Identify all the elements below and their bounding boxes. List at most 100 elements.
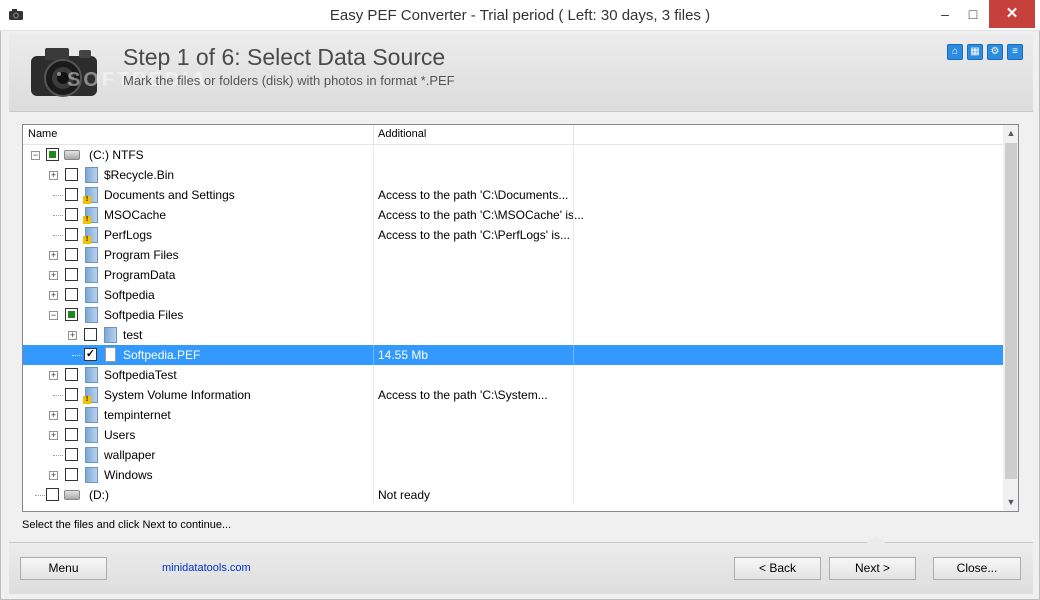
checkbox[interactable] — [65, 288, 78, 301]
tree-row[interactable]: + tempinternet — [23, 405, 1003, 425]
checkbox-checked[interactable]: ✓ — [84, 348, 97, 361]
tree-row[interactable]: + Users — [23, 425, 1003, 445]
checkbox[interactable] — [65, 208, 78, 221]
file-tree[interactable]: Name Additional − (C:) NTFS + $Recycle.B… — [22, 124, 1019, 512]
expand-icon[interactable]: + — [49, 411, 58, 420]
row-label: (D:) — [89, 488, 109, 502]
checkbox[interactable] — [65, 188, 78, 201]
maximize-button[interactable]: □ — [960, 0, 986, 28]
tree-row[interactable]: + ProgramData — [23, 265, 1003, 285]
row-additional: Access to the path 'C:\MSOCache' is... — [378, 208, 584, 222]
website-link[interactable]: minidatatools.com — [162, 562, 251, 574]
close-window-button[interactable]: ✕ — [989, 0, 1035, 28]
settings-icon[interactable]: ⚙ — [987, 44, 1003, 60]
hard-drive-icon — [64, 150, 80, 160]
header-toolbar: ⌂ ▦ ⚙ ≡ — [947, 44, 1023, 60]
network-icon[interactable]: ▦ — [967, 44, 983, 60]
vertical-scrollbar[interactable]: ▲ ▼ — [1003, 125, 1018, 511]
tree-row[interactable]: Documents and Settings Access to the pat… — [23, 185, 1003, 205]
row-label: test — [123, 328, 143, 342]
column-name[interactable]: Name — [28, 128, 57, 140]
scroll-up-icon[interactable]: ▲ — [1003, 125, 1018, 142]
expand-icon[interactable]: + — [49, 431, 58, 440]
about-icon[interactable]: ≡ — [1007, 44, 1023, 60]
folder-warning-icon — [83, 387, 98, 404]
row-label: (C:) NTFS — [89, 148, 144, 162]
step-indicator-notch — [867, 535, 885, 543]
checkbox[interactable] — [65, 268, 78, 281]
checkbox[interactable] — [84, 328, 97, 341]
collapse-icon[interactable]: − — [31, 151, 40, 160]
checkbox-partial[interactable] — [65, 308, 78, 321]
expand-icon[interactable]: + — [49, 171, 58, 180]
tree-row[interactable]: wallpaper — [23, 445, 1003, 465]
checkbox[interactable] — [65, 428, 78, 441]
step-title: Step 1 of 6: Select Data Source — [123, 44, 446, 70]
row-label: System Volume Information — [104, 388, 251, 402]
menu-button[interactable]: Menu — [20, 557, 107, 580]
tree-row[interactable]: − Softpedia Files — [23, 305, 1003, 325]
folder-icon — [85, 407, 98, 423]
row-label: PerfLogs — [104, 228, 153, 242]
row-additional: Access to the path 'C:\Documents... — [378, 188, 569, 202]
column-additional[interactable]: Additional — [378, 128, 426, 140]
expand-icon[interactable]: + — [49, 271, 58, 280]
row-label: SoftpediaTest — [104, 368, 177, 382]
expand-icon[interactable]: + — [49, 251, 58, 260]
checkbox[interactable] — [65, 448, 78, 461]
expand-icon[interactable]: + — [68, 331, 77, 340]
home-icon[interactable]: ⌂ — [947, 44, 963, 60]
checkbox[interactable] — [65, 388, 78, 401]
tree-row-drive-d[interactable]: (D:) Not ready — [23, 485, 1003, 505]
row-label: Documents and Settings — [104, 188, 235, 202]
tree-row-drive-c[interactable]: − (C:) NTFS — [23, 145, 1003, 165]
row-label: Softpedia.PEF — [123, 348, 201, 362]
folder-icon — [85, 367, 98, 383]
main-frame: SOFTPEDIA Step 1 of 6: Select Data Sourc… — [0, 31, 1040, 600]
tree-row-selected[interactable]: ✓ Softpedia.PEF 14.55 Mb — [23, 345, 1003, 365]
checkbox[interactable] — [65, 248, 78, 261]
checkbox[interactable] — [65, 368, 78, 381]
scroll-down-icon[interactable]: ▼ — [1003, 494, 1018, 511]
checkbox[interactable] — [65, 408, 78, 421]
checkbox[interactable] — [65, 468, 78, 481]
minimize-button[interactable]: – — [928, 0, 962, 28]
folder-icon — [85, 267, 98, 283]
folder-warning-icon — [83, 227, 98, 244]
checkbox[interactable] — [65, 168, 78, 181]
scroll-thumb[interactable] — [1005, 143, 1017, 479]
folder-icon — [85, 167, 98, 183]
tree-row[interactable]: + Program Files — [23, 245, 1003, 265]
row-label: Softpedia — [104, 288, 155, 302]
wizard-header: SOFTPEDIA Step 1 of 6: Select Data Sourc… — [9, 34, 1033, 112]
row-label: ProgramData — [104, 268, 176, 282]
tree-row[interactable]: + SoftpediaTest — [23, 365, 1003, 385]
tree-row[interactable]: + test — [23, 325, 1003, 345]
tree-row[interactable]: + Windows — [23, 465, 1003, 485]
tree-row[interactable]: + Softpedia — [23, 285, 1003, 305]
back-button[interactable]: < Back — [734, 557, 821, 580]
folder-icon — [85, 447, 98, 463]
row-label: Users — [104, 428, 136, 442]
row-label: tempinternet — [104, 408, 171, 422]
row-label: Windows — [104, 468, 153, 482]
tree-row[interactable]: PerfLogs Access to the path 'C:\PerfLogs… — [23, 225, 1003, 245]
step-subtitle: Mark the files or folders (disk) with ph… — [123, 73, 455, 88]
folder-warning-icon — [83, 187, 98, 204]
tree-row[interactable]: + $Recycle.Bin — [23, 165, 1003, 185]
row-label: Softpedia Files — [104, 308, 184, 322]
tree-row[interactable]: System Volume Information Access to the … — [23, 385, 1003, 405]
collapse-icon[interactable]: − — [49, 311, 58, 320]
tree-row[interactable]: MSOCache Access to the path 'C:\MSOCache… — [23, 205, 1003, 225]
row-additional: Access to the path 'C:\System... — [378, 388, 548, 402]
checkbox[interactable] — [46, 488, 59, 501]
close-button[interactable]: Close... — [933, 557, 1021, 580]
folder-icon — [85, 247, 98, 263]
expand-icon[interactable]: + — [49, 291, 58, 300]
checkbox-partial[interactable] — [46, 148, 59, 161]
expand-icon[interactable]: + — [49, 371, 58, 380]
expand-icon[interactable]: + — [49, 471, 58, 480]
next-button[interactable]: Next > — [829, 557, 916, 580]
checkbox[interactable] — [65, 228, 78, 241]
folder-icon — [85, 287, 98, 303]
